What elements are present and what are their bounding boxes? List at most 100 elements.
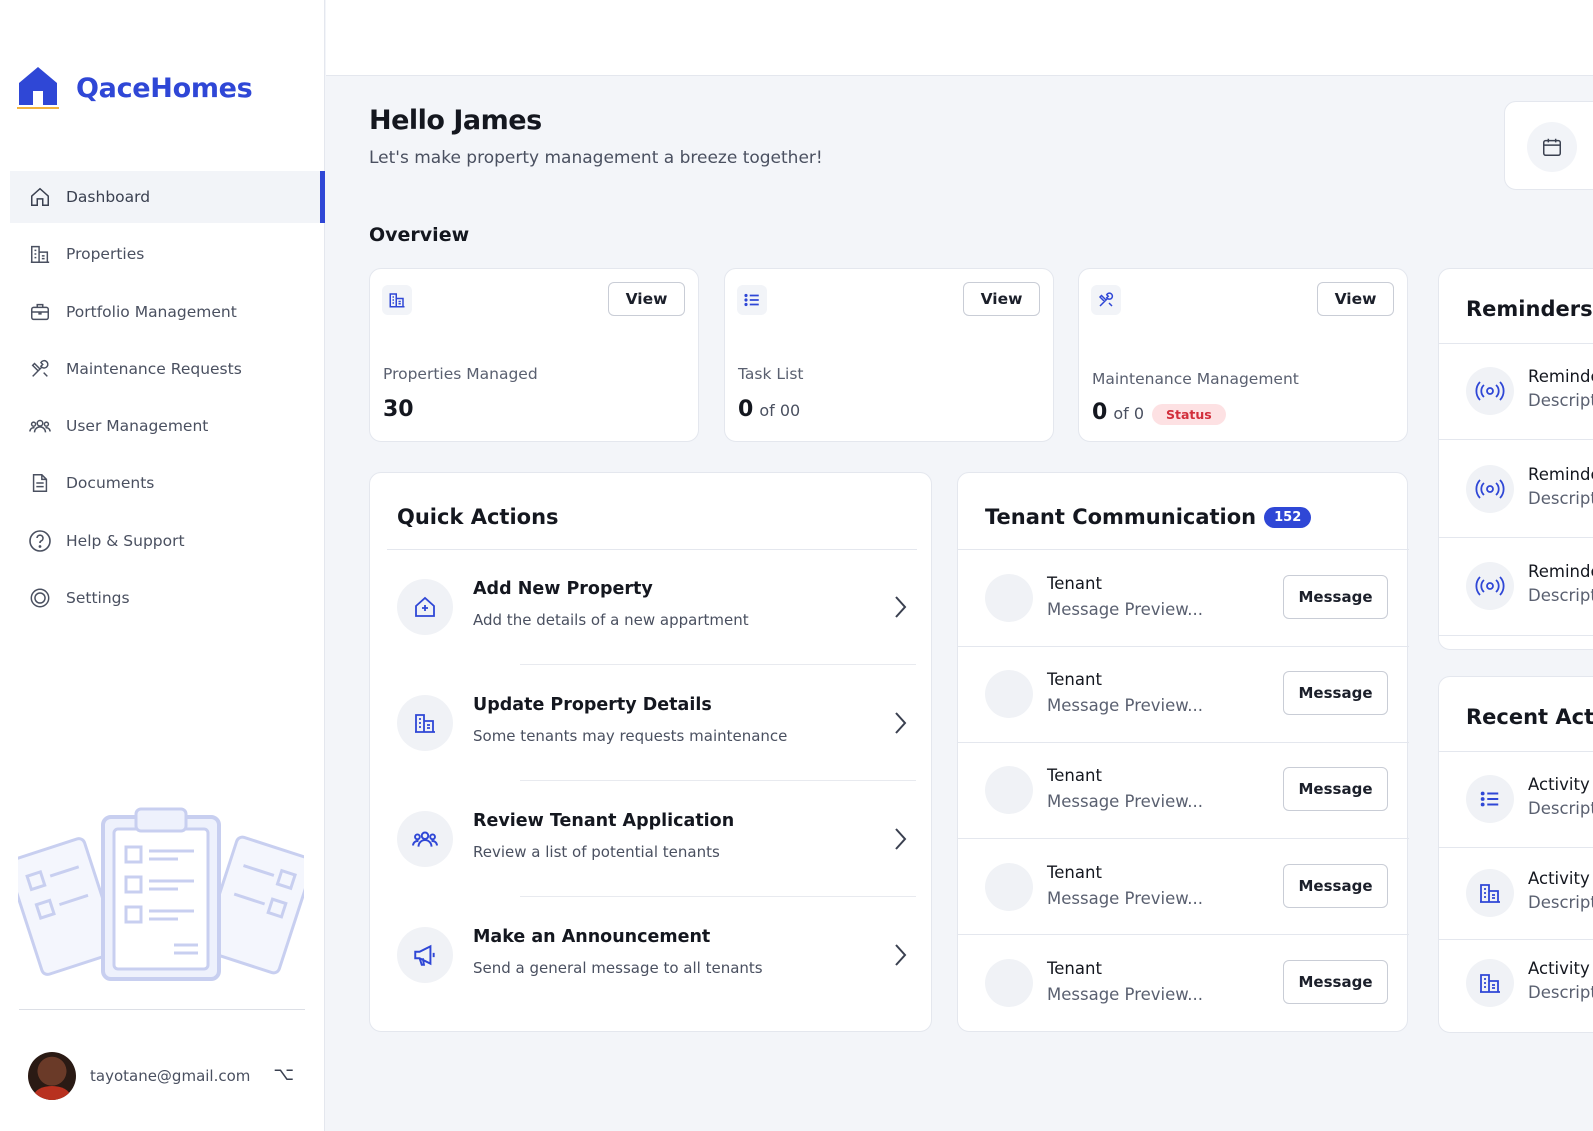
reminders-label: Reminders bbox=[1466, 297, 1593, 321]
list-item[interactable]: Tenant Message Preview... Message bbox=[985, 935, 1388, 1031]
tenant-name: Tenant bbox=[1047, 574, 1102, 593]
tenant-name: Tenant bbox=[1047, 766, 1102, 785]
settings-icon bbox=[28, 586, 52, 610]
activity-desc: Descripti bbox=[1528, 983, 1593, 1002]
avatar[interactable] bbox=[28, 1052, 76, 1100]
briefcase-icon bbox=[28, 300, 52, 324]
users-icon bbox=[397, 811, 453, 867]
building-icon bbox=[1466, 869, 1514, 917]
sidebar-item-user-management[interactable]: User Management bbox=[10, 400, 325, 452]
properties-managed-card: View Properties Managed 30 bbox=[369, 268, 699, 442]
help-icon bbox=[28, 529, 52, 553]
greeting: Hello James Let's make property manageme… bbox=[369, 105, 823, 168]
chevron-right-icon bbox=[895, 712, 907, 734]
calendar-icon[interactable] bbox=[1527, 122, 1577, 172]
divider bbox=[1439, 635, 1593, 636]
list-item[interactable]: Tenant Message Preview... Message bbox=[985, 646, 1388, 742]
activity-desc: Descript bbox=[1528, 799, 1593, 818]
view-properties-button[interactable]: View bbox=[608, 282, 685, 316]
sidebar-item-label: Help & Support bbox=[66, 531, 185, 550]
sidebar-item-label: Dashboard bbox=[66, 188, 151, 206]
message-button[interactable]: Message bbox=[1283, 767, 1388, 811]
activity-desc: Descripti bbox=[1528, 893, 1593, 912]
message-button[interactable]: Message bbox=[1283, 671, 1388, 715]
page-subtitle: Let's make property management a breeze … bbox=[369, 148, 823, 168]
broadcast-icon bbox=[1466, 465, 1514, 513]
option-toggle-icon[interactable]: ⌥ bbox=[273, 1064, 294, 1085]
divider bbox=[520, 780, 916, 781]
message-button[interactable]: Message bbox=[1283, 575, 1388, 619]
sidebar-item-maintenance[interactable]: Maintenance Requests bbox=[10, 343, 325, 395]
quick-action-add-property[interactable]: Add New Property Add the details of a ne… bbox=[397, 567, 917, 647]
message-button[interactable]: Message bbox=[1283, 960, 1388, 1004]
recent-activity-title: Recent Activi bbox=[1466, 705, 1593, 729]
building-icon bbox=[397, 695, 453, 751]
sidebar-item-help[interactable]: Help & Support bbox=[10, 515, 325, 567]
sidebar-item-label: Maintenance Requests bbox=[66, 359, 242, 378]
quick-action-update-property[interactable]: Update Property Details Some tenants may… bbox=[397, 683, 917, 763]
tenant-name: Tenant bbox=[1047, 959, 1102, 978]
task-count: 0 bbox=[738, 397, 754, 422]
view-maintenance-button[interactable]: View bbox=[1317, 282, 1394, 316]
task-total: of 00 bbox=[759, 401, 801, 420]
brand-logo[interactable]: QaceHomes bbox=[17, 65, 253, 111]
brand-name: QaceHomes bbox=[76, 72, 253, 104]
avatar bbox=[985, 959, 1033, 1007]
date-picker-card[interactable] bbox=[1504, 101, 1593, 190]
message-count-badge: 152 bbox=[1264, 506, 1312, 528]
sidebar-item-settings[interactable]: Settings bbox=[10, 572, 325, 624]
quick-action-review-tenant[interactable]: Review Tenant Application Review a list … bbox=[397, 799, 917, 879]
reminder-desc: Descript bbox=[1528, 489, 1593, 508]
activity-title: Activity bbox=[1528, 869, 1590, 888]
status-badge: Status bbox=[1152, 404, 1226, 425]
quick-action-title: Update Property Details bbox=[473, 695, 712, 715]
reminder-item[interactable]: Reminde Descript bbox=[1466, 441, 1593, 537]
sidebar: QaceHomes Dashboard Properties Portfolio… bbox=[0, 0, 325, 1131]
task-list-card: View Task List 0 of 00 bbox=[724, 268, 1054, 442]
tenant-name: Tenant bbox=[1047, 670, 1102, 689]
overview-label: Properties Managed bbox=[383, 365, 538, 383]
message-preview: Message Preview... bbox=[1047, 600, 1204, 619]
message-button[interactable]: Message bbox=[1283, 864, 1388, 908]
list-item[interactable]: Tenant Message Preview... Message bbox=[985, 550, 1388, 646]
sidebar-item-label: Settings bbox=[66, 589, 130, 608]
house-logo-icon bbox=[17, 67, 59, 109]
page-title: Hello James bbox=[369, 105, 542, 136]
activity-title: Activity bbox=[1528, 959, 1590, 978]
sidebar-item-portfolio[interactable]: Portfolio Management bbox=[10, 286, 325, 338]
tools-icon bbox=[1091, 285, 1121, 315]
sidebar-item-label: Properties bbox=[66, 245, 145, 264]
overview-value: 30 bbox=[383, 397, 414, 422]
overview-label: Task List bbox=[738, 365, 804, 383]
users-icon bbox=[28, 414, 52, 438]
divider bbox=[520, 664, 916, 665]
chevron-right-icon bbox=[895, 596, 907, 618]
activity-item[interactable]: Activity Descripti bbox=[1466, 935, 1593, 1031]
chevron-right-icon bbox=[895, 944, 907, 966]
activity-item[interactable]: Activity Descripti bbox=[1466, 845, 1593, 941]
sidebar-item-dashboard[interactable]: Dashboard bbox=[10, 171, 325, 223]
sidebar-item-properties[interactable]: Properties bbox=[10, 228, 325, 280]
sidebar-item-documents[interactable]: Documents bbox=[10, 457, 325, 509]
user-profile[interactable]: tayotane@gmail.com ⌥ bbox=[28, 1052, 298, 1100]
maintenance-count: 0 bbox=[1092, 400, 1108, 425]
tenant-name: Tenant bbox=[1047, 863, 1102, 882]
recent-activity-card: Recent Activi Activity Descript Activity… bbox=[1438, 676, 1593, 1033]
top-header-bar bbox=[326, 0, 1593, 76]
list-item[interactable]: Tenant Message Preview... Message bbox=[985, 839, 1388, 935]
user-email: tayotane@gmail.com bbox=[90, 1067, 251, 1085]
quick-action-announcement[interactable]: Make an Announcement Send a general mess… bbox=[397, 915, 917, 995]
reminders-title: Reminders bbox=[1466, 297, 1593, 321]
reminder-item[interactable]: Reminde Descript bbox=[1466, 343, 1593, 439]
message-preview: Message Preview... bbox=[1047, 985, 1204, 1004]
reminder-item[interactable]: Reminde Descript bbox=[1466, 538, 1593, 634]
tenant-communication-card: Tenant Communication 152 Tenant Message … bbox=[957, 472, 1409, 1032]
tenant-communication-title: Tenant Communication 152 bbox=[985, 505, 1312, 529]
avatar bbox=[985, 863, 1033, 911]
message-preview: Message Preview... bbox=[1047, 889, 1204, 908]
activity-item[interactable]: Activity Descript bbox=[1466, 751, 1593, 847]
list-item[interactable]: Tenant Message Preview... Message bbox=[985, 742, 1388, 838]
view-tasks-button[interactable]: View bbox=[963, 282, 1040, 316]
reminder-title: Reminde bbox=[1528, 465, 1593, 484]
message-preview: Message Preview... bbox=[1047, 792, 1204, 811]
